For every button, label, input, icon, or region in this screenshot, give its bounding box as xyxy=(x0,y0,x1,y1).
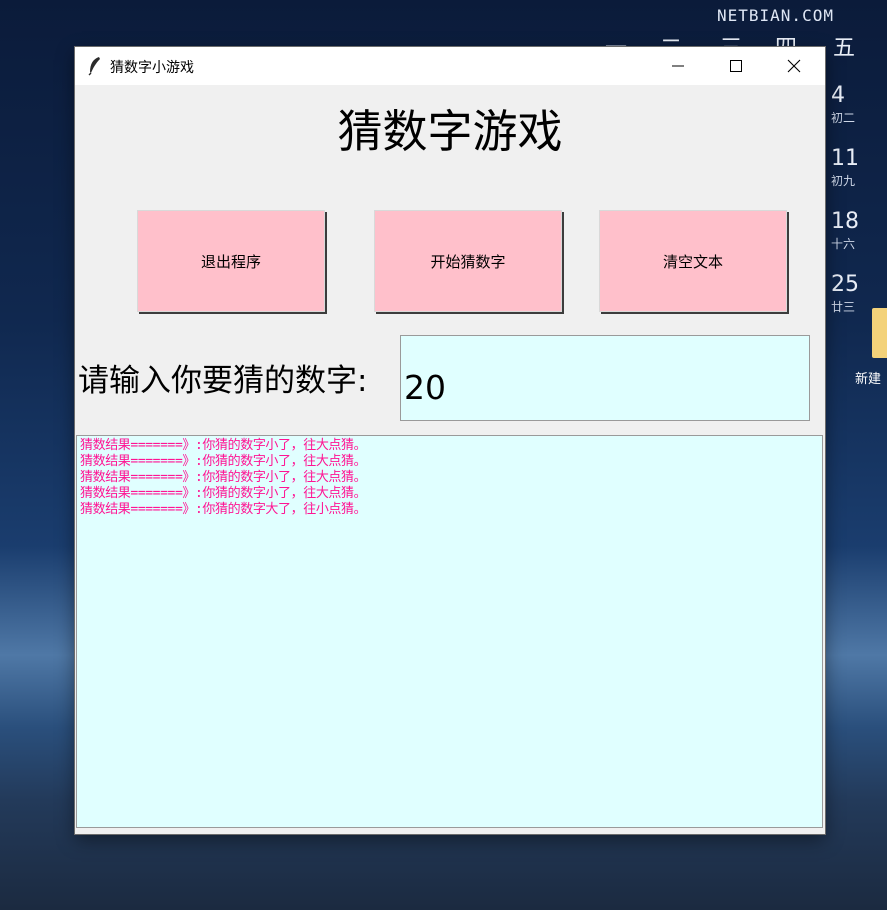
app-window: 猜数字小游戏 猜数字游戏 退出程序 开始猜数字 清空文本 请输入你要猜的数字: … xyxy=(75,47,825,834)
calendar-day: 18 xyxy=(831,209,859,234)
weekday-label: 五 xyxy=(833,36,856,61)
close-icon xyxy=(787,59,801,73)
guess-input[interactable] xyxy=(400,335,810,421)
minimize-icon xyxy=(672,65,684,67)
maximize-icon xyxy=(730,60,742,72)
feather-icon xyxy=(87,56,103,76)
folder-icon[interactable] xyxy=(872,308,887,358)
window-title: 猜数字小游戏 xyxy=(110,60,194,76)
log-line: 猜数结果=======》:你猜的数字小了，往大点猜。 xyxy=(80,486,367,501)
calendar-lunar: 初二 xyxy=(831,111,856,125)
log-line: 猜数结果=======》:你猜的数字小了，往大点猜。 xyxy=(80,438,367,453)
desktop-icon-label[interactable]: 新建 xyxy=(855,368,881,387)
start-guess-button[interactable]: 开始猜数字 xyxy=(374,210,562,312)
result-log[interactable]: 猜数结果=======》:你猜的数字小了，往大点猜。 猜数结果=======》:… xyxy=(76,435,823,828)
maximize-button[interactable] xyxy=(707,47,765,85)
log-line: 猜数结果=======》:你猜的数字大了，往小点猜。 xyxy=(80,502,367,517)
log-line: 猜数结果=======》:你猜的数字小了，往大点猜。 xyxy=(80,470,367,485)
calendar-day: 25 xyxy=(831,272,859,297)
exit-button[interactable]: 退出程序 xyxy=(137,210,325,312)
log-line: 猜数结果=======》:你猜的数字小了，往大点猜。 xyxy=(80,454,367,469)
calendar-lunar: 初九 xyxy=(831,174,856,188)
guess-prompt-label: 请输入你要猜的数字: xyxy=(78,363,368,399)
calendar-day: 11 xyxy=(831,146,859,171)
wallpaper-watermark: NETBIAN.COM xyxy=(717,6,834,25)
calendar-lunar: 廿三 xyxy=(831,300,856,314)
calendar-lunar: 十六 xyxy=(831,237,856,251)
title-bar[interactable]: 猜数字小游戏 xyxy=(75,47,825,85)
minimize-button[interactable] xyxy=(649,47,707,85)
close-button[interactable] xyxy=(765,47,823,85)
clear-text-button[interactable]: 清空文本 xyxy=(599,210,787,312)
calendar-day: 4 xyxy=(831,83,845,108)
page-title: 猜数字游戏 xyxy=(337,105,563,158)
